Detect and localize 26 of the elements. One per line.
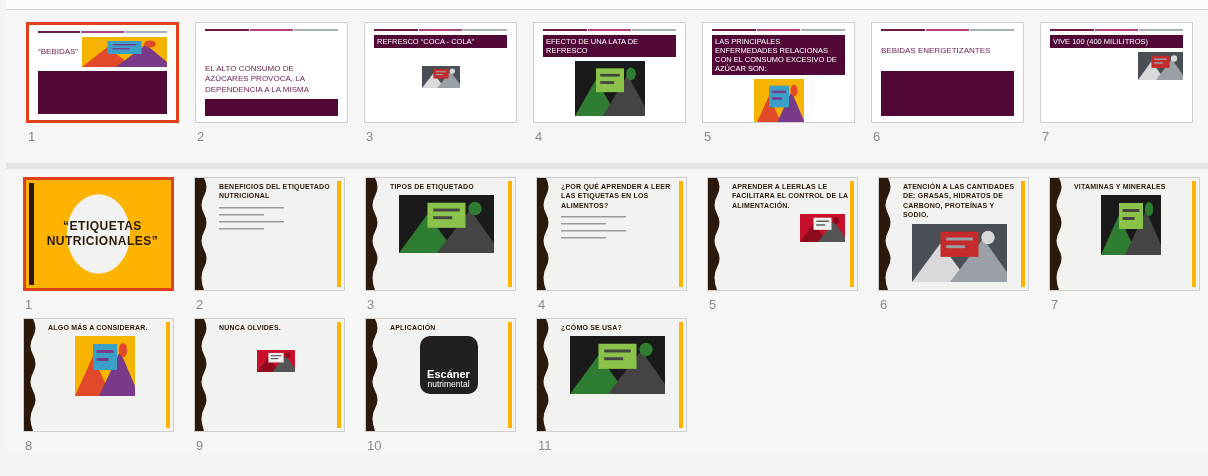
slide-thumbnail[interactable]: EL ALTO CONSUMO DE AZÚCARES PROVOCA, LA DEPENDENCIA A LA MISMA [195,22,348,123]
slide-number: 3 [365,129,375,144]
slide-number: 1 [24,297,34,312]
slide-thumbnail[interactable]: BEBIDAS ENERGETIZANTES [871,22,1024,123]
slide-number: 4 [537,297,547,312]
slide-number: 6 [879,297,889,312]
slide-number: 4 [534,129,544,144]
slide-number: 3 [366,297,376,312]
slide-number: 6 [872,129,882,144]
slide-thumbnail[interactable]: “BEBIDAS” [26,22,179,123]
slide-number: 11 [537,438,553,453]
slide-number: 5 [703,129,713,144]
slide-number: 1 [27,129,37,144]
slide-title: EL ALTO CONSUMO DE AZÚCARES PROVOCA, LA DEPENDENCIA A LA MISMA [205,63,311,95]
slide-title: “BEBIDAS” [38,46,78,58]
slide-number: 2 [195,297,205,312]
slide-number: 7 [1050,297,1060,312]
slide-title: BEBIDAS ENERGETIZANTES [881,45,991,57]
slide-number: 10 [366,438,383,453]
app-name: Escáner [427,369,470,381]
slide-number: 2 [196,129,206,144]
slide-number: 8 [24,438,34,453]
slide-number: 9 [195,438,205,453]
slide-number: 5 [708,297,718,312]
app-subtitle: nutrimental [427,380,470,390]
slide-number: 7 [1041,129,1051,144]
